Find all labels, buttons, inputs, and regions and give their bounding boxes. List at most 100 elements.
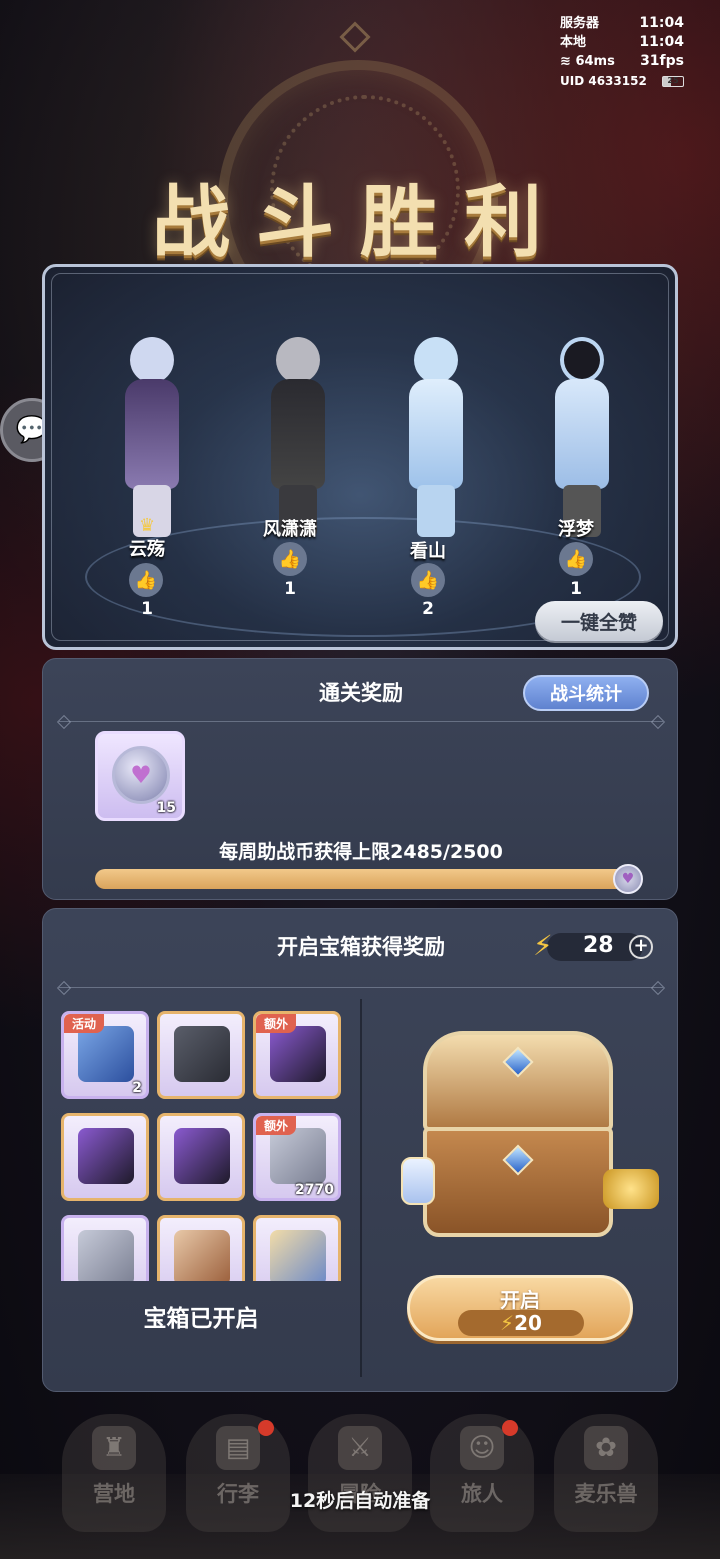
- reward-item[interactable]: [157, 1011, 245, 1099]
- nav-camp[interactable]: ♜ 营地: [62, 1414, 166, 1532]
- add-energy-button[interactable]: +: [629, 935, 653, 959]
- hero-figure: [261, 337, 331, 537]
- status-overlay: 服务器 11:04 本地 11:04 ≋ 64ms 31fps UID 4633152…: [560, 14, 684, 91]
- hero-figure: [115, 337, 185, 537]
- battery-icon: 25: [662, 75, 684, 87]
- reward-item[interactable]: [61, 1113, 149, 1201]
- reward-item[interactable]: [157, 1113, 245, 1201]
- vertical-divider: [360, 999, 362, 1377]
- chest-item-grid: 活动 2 额外 额外 2770: [59, 1009, 343, 1281]
- hero-name: 看山: [410, 541, 446, 562]
- nav-luggage[interactable]: ▤ 行李: [186, 1414, 290, 1532]
- item-tag: 活动: [64, 1014, 105, 1033]
- traveler-icon: ☺: [460, 1426, 504, 1470]
- treasure-chest: [423, 1031, 613, 1237]
- nav-travelers[interactable]: ☺ 旅人: [430, 1414, 534, 1532]
- item-count: 2770: [295, 1182, 334, 1198]
- like-button[interactable]: 👍: [273, 542, 307, 576]
- backpack-icon: ▤: [216, 1426, 260, 1470]
- auto-ready-countdown: 12秒后自动准备: [289, 1490, 431, 1512]
- divider: [59, 721, 663, 722]
- potion-bottle: [401, 1157, 435, 1205]
- hero-fumeng: [515, 297, 645, 577]
- server-time: 11:04: [639, 15, 684, 31]
- nav-adventure[interactable]: ⚔ 冒险: [308, 1414, 412, 1532]
- fps-readout: 31fps: [640, 53, 684, 69]
- lightning-icon: ⚡: [500, 1311, 515, 1335]
- thumbs-up-icon: 👍: [134, 569, 158, 591]
- fox-icon: ✿: [584, 1426, 628, 1470]
- open-chest-label: 开启: [500, 1288, 540, 1312]
- hero-fengxiaoxiao: [231, 297, 361, 577]
- shovel-icon: [78, 1026, 134, 1082]
- gold-coins: [603, 1169, 659, 1209]
- open-chest-button[interactable]: 开启 ⚡20: [407, 1275, 633, 1341]
- item-count: 2: [132, 1080, 142, 1096]
- local-label: 本地: [560, 35, 587, 50]
- nav-pets[interactable]: ✿ 麦乐兽: [554, 1414, 658, 1532]
- hero-kanshan: [369, 297, 499, 577]
- thumbs-up-icon: 👍: [278, 548, 302, 570]
- thumbs-up-icon: 👍: [564, 548, 588, 570]
- support-coin-item[interactable]: ♥ 15: [95, 731, 185, 821]
- local-time: 11:04: [639, 34, 684, 50]
- dagger-icon: [270, 1026, 326, 1082]
- crossed-swords-icon: ⚔: [338, 1426, 382, 1470]
- support-coin-icon: ♥: [613, 864, 643, 894]
- battle-stats-button[interactable]: 战斗统计: [523, 675, 649, 711]
- like-button[interactable]: 👍: [411, 563, 445, 597]
- energy-counter: ⚡ 28 +: [533, 929, 653, 963]
- weekly-limit-text: 每周助战币获得上限2485/2500: [219, 841, 503, 863]
- hero-yunshang: [85, 297, 215, 577]
- reward-item[interactable]: [253, 1215, 341, 1281]
- item-tag: 额外: [256, 1014, 297, 1033]
- hero-panel: ♛ 云殇 👍 1 风潇潇 👍 1 看山 👍 2 浮梦 👍 1 一键全赞: [42, 264, 678, 650]
- chest-panel: 开启宝箱获得奖励 ⚡ 28 + 活动 2 额外 额外 2770 宝箱已开启 开启…: [42, 908, 678, 1392]
- hero-figure: [545, 337, 615, 537]
- item-tag: 额外: [256, 1116, 297, 1135]
- support-coin-icon: ♥: [112, 746, 170, 804]
- like-all-button[interactable]: 一键全赞: [535, 601, 663, 641]
- reward-item[interactable]: 额外: [253, 1011, 341, 1099]
- iron-ingot-icon: [270, 1128, 326, 1184]
- dagger-icon: [78, 1128, 134, 1184]
- crown-icon: ♛: [139, 515, 156, 536]
- like-count: 1: [141, 599, 153, 619]
- like-count: 2: [422, 599, 434, 619]
- hero-name: 云殇: [129, 539, 165, 560]
- reward-item[interactable]: 活动 2: [61, 1011, 149, 1099]
- victory-title: 战斗胜利: [151, 177, 568, 268]
- like-button[interactable]: 👍: [129, 563, 163, 597]
- like-count: 1: [284, 579, 296, 599]
- reward-item[interactable]: [157, 1215, 245, 1281]
- notification-dot: [258, 1420, 274, 1436]
- chest-opened-text: 宝箱已开启: [143, 1306, 259, 1332]
- reward-item[interactable]: 额外 2770: [253, 1113, 341, 1201]
- notification-dot: [502, 1420, 518, 1436]
- like-button[interactable]: 👍: [559, 542, 593, 576]
- uid-text: UID 4633152: [560, 74, 647, 88]
- weekly-progress-bar: [95, 869, 635, 889]
- clear-rewards-panel: 通关奖励 战斗统计 ♥ 15 每周助战币获得上限2485/2500 ♥: [42, 658, 678, 900]
- wifi-icon: ≋: [560, 54, 571, 69]
- boots-icon: [174, 1026, 230, 1082]
- ping-readout: ≋ 64ms: [560, 54, 615, 69]
- boots-icon: [174, 1230, 230, 1281]
- iron-ingot-icon: [78, 1230, 134, 1281]
- server-label: 服务器: [560, 16, 600, 31]
- hero-name: 浮梦: [558, 519, 594, 540]
- item-count: 15: [156, 800, 176, 816]
- castle-icon: ♜: [92, 1426, 136, 1470]
- hero-name: 风潇潇: [263, 519, 317, 540]
- weekly-progress-fill: [95, 869, 632, 889]
- dagger-icon: [174, 1128, 230, 1184]
- floor-ring: [85, 517, 641, 637]
- lightning-icon: ⚡: [533, 929, 553, 962]
- reward-item[interactable]: [61, 1215, 149, 1281]
- bottom-nav: ♜ 营地 ▤ 行李 ⚔ 冒险 ☺ 旅人 ✿ 麦乐兽 12秒后自动准备: [0, 1404, 720, 1559]
- like-count: 1: [570, 579, 582, 599]
- energy-value: 28: [583, 933, 614, 958]
- hero-figure: [399, 337, 469, 537]
- divider: [59, 987, 663, 988]
- sword-icon: [270, 1230, 326, 1281]
